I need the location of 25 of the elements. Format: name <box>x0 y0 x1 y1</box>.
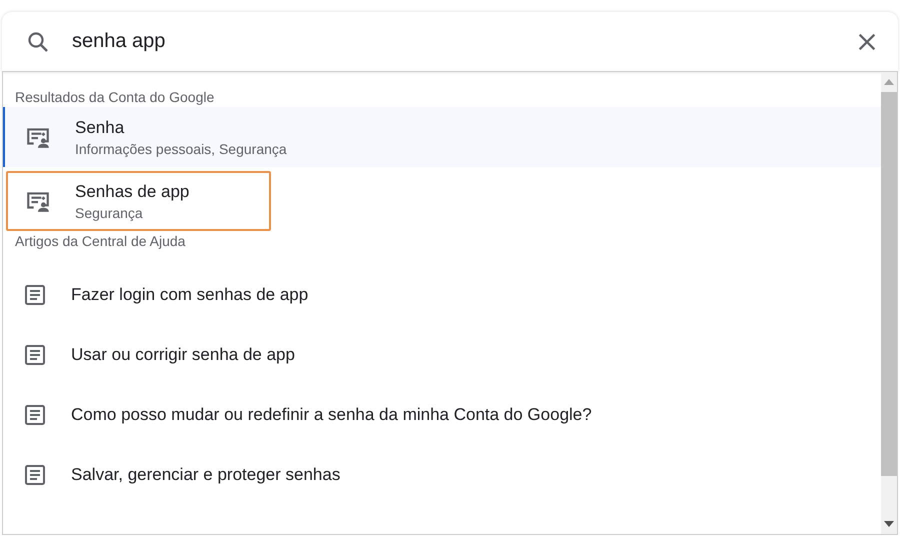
article-title: Salvar, gerenciar e proteger senhas <box>71 465 340 485</box>
article-item[interactable]: Usar ou corrigir senha de app <box>3 325 881 385</box>
scroll-down-icon[interactable] <box>884 521 894 527</box>
scrollbar[interactable] <box>881 72 897 534</box>
result-item[interactable]: Senhas de app Segurança <box>6 171 272 231</box>
article-icon <box>23 403 47 427</box>
article-item[interactable]: Como posso mudar ou redefinir a senha da minha Conta do Google? <box>3 385 881 445</box>
scroll-thumb[interactable] <box>881 92 897 476</box>
article-item[interactable]: Salvar, gerenciar e proteger senhas <box>3 445 881 505</box>
article-item[interactable]: Fazer login com senhas de app <box>3 265 881 325</box>
result-subtitle: Informações pessoais, Segurança <box>75 140 287 156</box>
article-title: Como posso mudar ou redefinir a senha da minha Conta do Google? <box>71 405 592 425</box>
article-title: Usar ou corrigir senha de app <box>71 345 295 365</box>
result-title: Senha <box>75 118 126 138</box>
result-subtitle: Segurança <box>75 204 144 220</box>
article-icon <box>23 283 47 307</box>
article-title: Fazer login com senhas de app <box>71 285 308 305</box>
result-item[interactable]: Senha Informações pessoais, Segurança <box>3 107 881 167</box>
result-title: Senhas de app <box>75 182 190 202</box>
section-heading: Resultados da Conta do Google <box>14 88 216 103</box>
section-heading: Artigos da Central de Ajuda <box>14 232 186 251</box>
search-icon[interactable] <box>26 30 50 54</box>
search-field[interactable]: senha app <box>72 30 856 53</box>
article-icon <box>23 463 47 487</box>
article-icon <box>23 343 47 367</box>
